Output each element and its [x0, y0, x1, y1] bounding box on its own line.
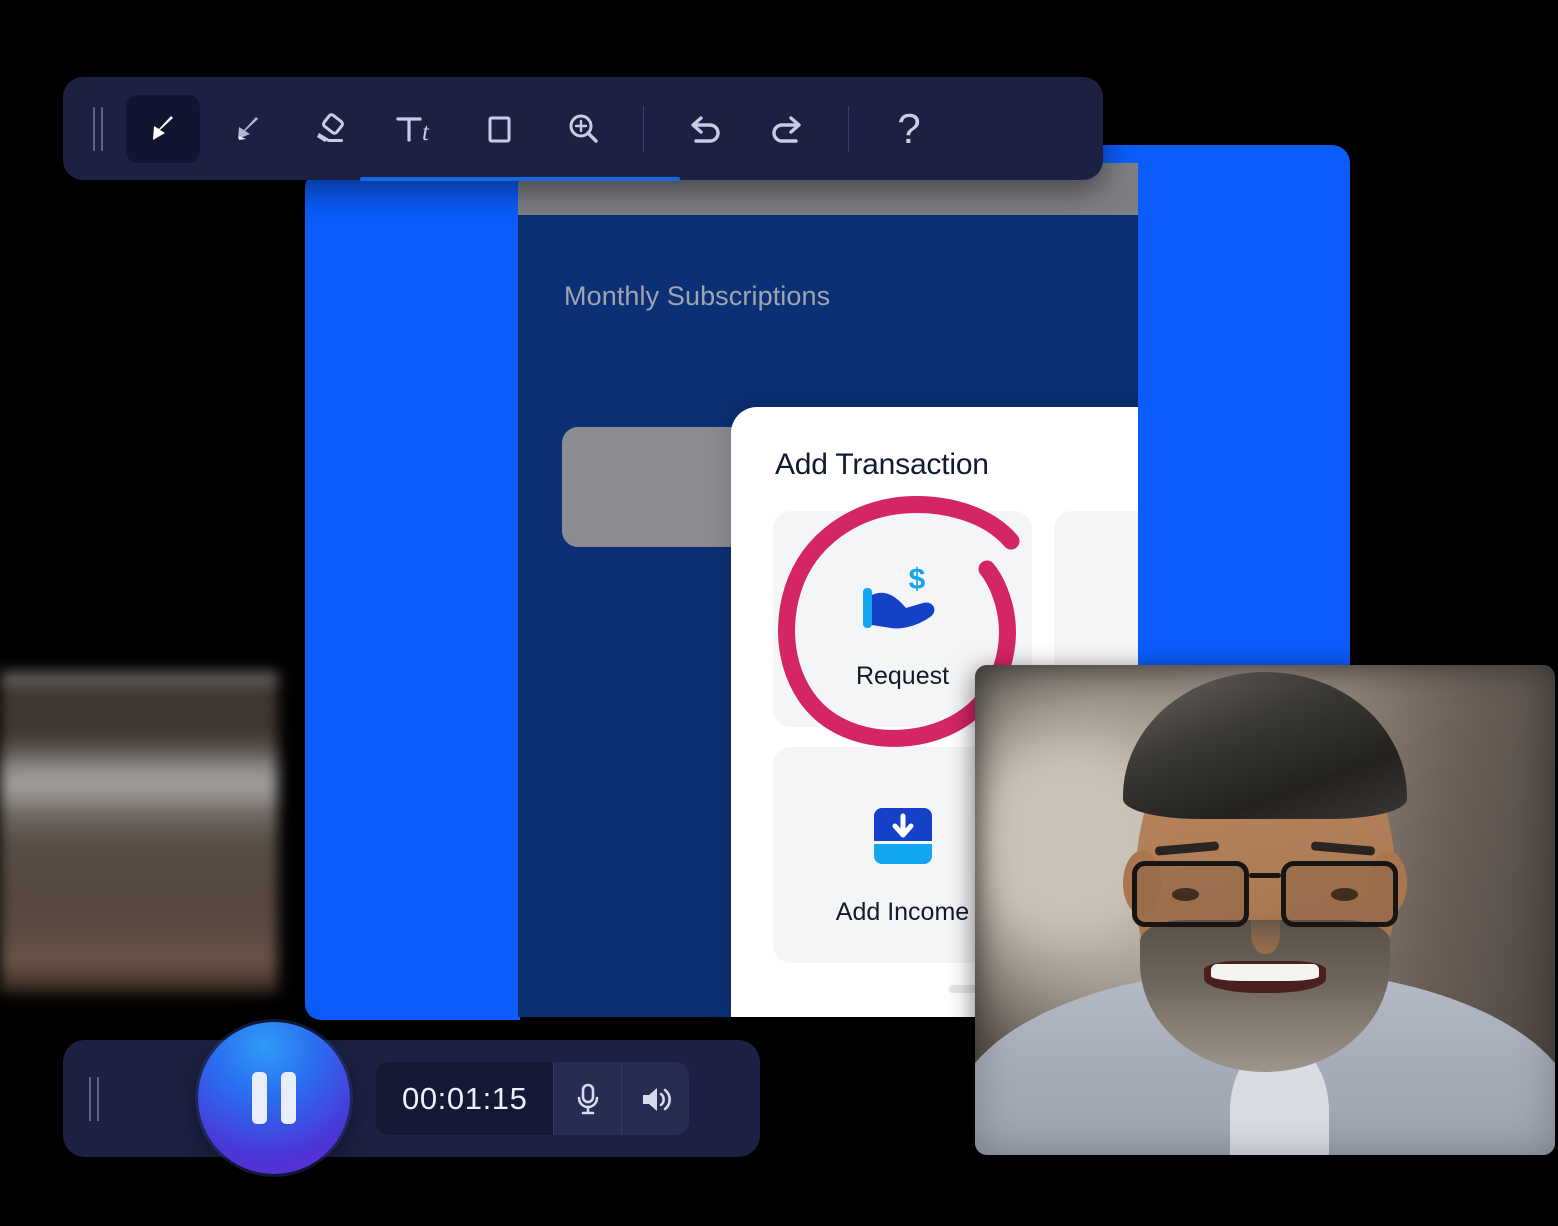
tile-label: Add Income: [835, 897, 970, 926]
sheet-header: Add Transaction Cancel: [731, 443, 1138, 487]
redo-button[interactable]: [751, 95, 825, 163]
add-income-icon: [864, 784, 942, 894]
pen-icon: [153, 115, 173, 140]
svg-text:$: $: [908, 564, 925, 596]
pause-icon: [252, 1072, 296, 1124]
left-blue-panel: [305, 172, 520, 1020]
tile-label: Request: [855, 661, 950, 690]
timer-display: 00:01:15: [376, 1062, 554, 1135]
tool-shape-button[interactable]: [462, 95, 536, 163]
controlbar-drag-handle[interactable]: [85, 1076, 105, 1121]
toolbar-active-underline: [360, 177, 680, 181]
marker-icon: [238, 116, 258, 140]
send-money-icon: $: [1138, 548, 1139, 658]
annotation-toolbar: t ?: [63, 77, 1103, 181]
help-button[interactable]: ?: [872, 95, 946, 163]
tool-text-button[interactable]: t: [378, 95, 452, 163]
webcam-overlay[interactable]: [975, 665, 1555, 1155]
square-icon: [488, 116, 511, 142]
sheet-title: Add Transaction: [775, 448, 989, 481]
tool-eraser-button[interactable]: [294, 95, 368, 163]
undo-button[interactable]: [667, 95, 741, 163]
webcam-teeth: [1211, 963, 1319, 981]
svg-text:t: t: [422, 119, 430, 146]
toolbar-drag-handle[interactable]: [87, 106, 109, 151]
speaker-button[interactable]: [621, 1062, 689, 1135]
status-chip-group: 00:01:15: [376, 1062, 690, 1135]
eraser-icon: [317, 112, 344, 142]
section-title: Monthly Subscriptions: [564, 281, 831, 311]
toolbar-divider: [643, 105, 644, 152]
zoom-in-icon: [569, 114, 598, 143]
tool-zoom-button[interactable]: [546, 95, 620, 163]
recording-control-bar: 00:01:15: [63, 1022, 760, 1174]
toolbar-divider: [848, 105, 849, 152]
tool-marker-button[interactable]: [210, 95, 284, 163]
glasses-icon: [1131, 861, 1399, 928]
undo-icon: [691, 115, 720, 143]
request-money-icon: $: [857, 548, 949, 658]
microphone-button[interactable]: [553, 1062, 621, 1135]
tool-pen-button[interactable]: [126, 94, 200, 163]
microphone-icon: [577, 1083, 599, 1114]
pause-button[interactable]: [198, 1022, 350, 1174]
text-tool-icon: t: [396, 116, 430, 146]
help-icon: ?: [897, 104, 921, 152]
screen-root: Monthly Subscriptions Add Transaction Ca…: [0, 0, 1558, 1226]
redo-icon: [772, 115, 801, 143]
speaker-icon: [642, 1087, 671, 1111]
background-blur-fragment: [0, 672, 278, 1022]
webcam-mouth: [1204, 961, 1326, 994]
